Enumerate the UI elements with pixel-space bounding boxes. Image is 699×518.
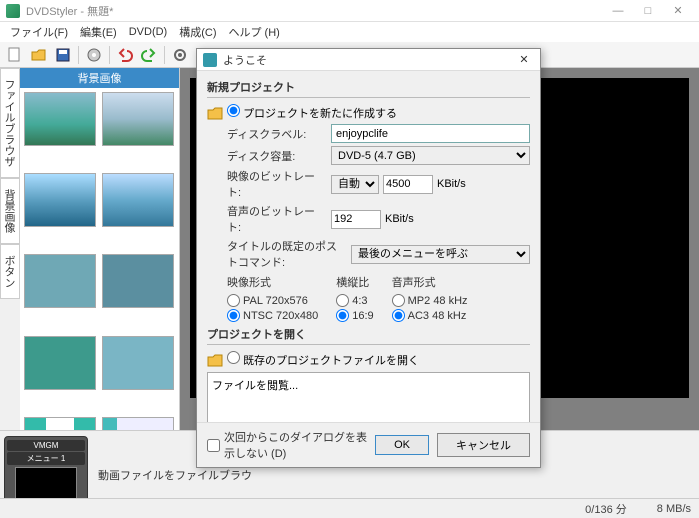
timeline-hint: 動画ファイルをファイルブラウ <box>98 467 252 483</box>
menu-help[interactable]: ヘルプ (H) <box>223 22 286 42</box>
bg-thumb[interactable] <box>24 336 96 390</box>
bg-thumb[interactable] <box>24 254 96 308</box>
undo-button[interactable] <box>114 44 136 66</box>
cancel-button[interactable]: キャンセル <box>437 433 530 457</box>
radio-open-existing[interactable]: 既存のプロジェクトファイルを開く <box>227 351 419 368</box>
dialog-close-button[interactable]: ✕ <box>514 53 534 66</box>
dialog-titlebar: ようこそ ✕ <box>197 49 540 71</box>
menu1-label: メニュー 1 <box>7 452 85 465</box>
label-disc: ディスクラベル: <box>207 126 327 142</box>
dialog-icon <box>203 53 217 67</box>
ok-button[interactable]: OK <box>375 435 429 455</box>
status-bar: 0/136 分 8 MB/s <box>0 498 699 518</box>
tab-buttons[interactable]: ボタン <box>0 244 20 299</box>
bg-thumb[interactable] <box>24 173 96 227</box>
open-button[interactable] <box>28 44 50 66</box>
new-button[interactable] <box>4 44 26 66</box>
tab-backgrounds[interactable]: 背景画像 <box>0 178 20 244</box>
save-button[interactable] <box>52 44 74 66</box>
menu-dvd[interactable]: DVD(D) <box>123 24 174 40</box>
dialog-title: ようこそ <box>223 52 514 68</box>
postcmd-select[interactable]: 最後のメニューを呼ぶ <box>351 245 530 264</box>
radio-16-9[interactable]: 16:9 <box>336 309 373 322</box>
close-button[interactable]: ✕ <box>663 1 693 21</box>
app-icon <box>6 4 20 18</box>
redo-button[interactable] <box>138 44 160 66</box>
disc-label-input[interactable] <box>331 124 530 143</box>
capacity-select[interactable]: DVD-5 (4.7 GB) <box>331 146 530 165</box>
radio-create-new[interactable]: プロジェクトを新たに作成する <box>227 104 397 121</box>
unit-kbits: KBit/s <box>437 178 466 190</box>
radio-ac3[interactable]: AC3 48 kHz <box>392 309 468 322</box>
label-capacity: ディスク容量: <box>207 148 327 164</box>
label-postcmd: タイトルの既定のポストコマンド: <box>207 238 347 270</box>
section-open-project: プロジェクトを開く <box>207 326 530 342</box>
bg-thumb[interactable] <box>102 173 174 227</box>
vbitrate-input[interactable] <box>383 175 433 194</box>
abitrate-input[interactable] <box>331 210 381 229</box>
maximize-button[interactable]: □ <box>633 1 663 21</box>
col-video-format: 映像形式 <box>227 274 318 290</box>
settings-button[interactable] <box>169 44 191 66</box>
window-titlebar: DVDStyler - 無題* — □ ✕ <box>0 0 699 22</box>
bg-thumb[interactable] <box>102 254 174 308</box>
tab-file-browser[interactable]: ファイルブラウザ <box>0 68 20 178</box>
bg-thumb[interactable] <box>102 336 174 390</box>
col-aspect: 横縦比 <box>336 274 373 290</box>
open-file-list[interactable]: ファイルを閲覧... <box>207 372 530 422</box>
burn-button[interactable] <box>83 44 105 66</box>
dont-show-checkbox[interactable]: 次回からこのダイアログを表示しない (D) <box>207 429 367 461</box>
status-duration: 0/136 分 <box>585 501 627 517</box>
thumbnail-header: 背景画像 <box>20 68 179 88</box>
status-bitrate: 8 MB/s <box>657 503 691 515</box>
menu-config[interactable]: 構成(C) <box>173 22 222 42</box>
radio-mp2[interactable]: MP2 48 kHz <box>392 294 468 307</box>
vbitrate-mode-select[interactable]: 自動 <box>331 175 379 194</box>
menu-file[interactable]: ファイル(F) <box>4 22 74 42</box>
radio-ntsc[interactable]: NTSC 720x480 <box>227 309 318 322</box>
folder-icon <box>207 106 223 120</box>
browse-files[interactable]: ファイルを閲覧... <box>212 377 525 393</box>
bg-thumb[interactable] <box>102 92 174 146</box>
window-title: DVDStyler - 無題* <box>26 3 603 19</box>
vmgm-label: VMGM <box>7 440 85 451</box>
label-video-bitrate: 映像のビットレート: <box>207 168 327 200</box>
unit-kbits: KBit/s <box>385 213 414 225</box>
radio-pal[interactable]: PAL 720x576 <box>227 294 318 307</box>
menu-edit[interactable]: 編集(E) <box>74 22 123 42</box>
folder-icon <box>207 353 223 367</box>
col-audio-format: 音声形式 <box>392 274 468 290</box>
bg-thumb[interactable] <box>24 92 96 146</box>
radio-4-3[interactable]: 4:3 <box>336 294 373 307</box>
label-audio-bitrate: 音声のビットレート: <box>207 203 327 235</box>
welcome-dialog: ようこそ ✕ 新規プロジェクト プロジェクトを新たに作成する ディスクラベル: … <box>196 48 541 468</box>
minimize-button[interactable]: — <box>603 1 633 21</box>
menu-bar: ファイル(F) 編集(E) DVD(D) 構成(C) ヘルプ (H) <box>0 22 699 42</box>
section-new-project: 新規プロジェクト <box>207 79 530 95</box>
